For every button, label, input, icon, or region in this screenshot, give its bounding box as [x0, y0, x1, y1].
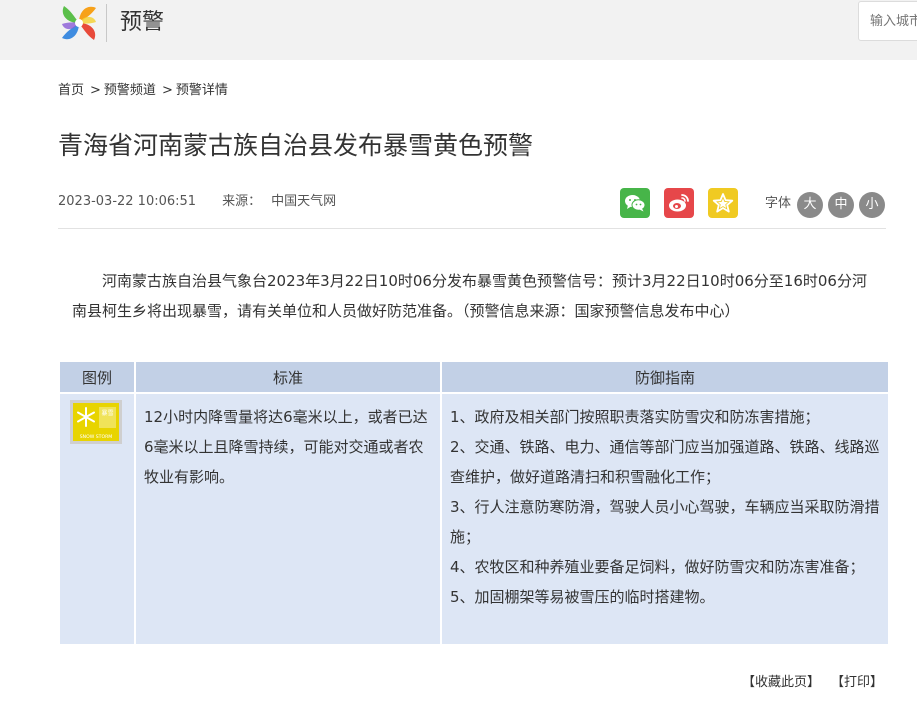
weibo-icon — [669, 194, 689, 212]
article-body: 河南蒙古族自治县气象台2023年3月22日10时06分发布暴雪黄色预警信号：预计… — [72, 272, 867, 320]
publish-datetime: 2023-03-22 10:06:51 — [58, 194, 197, 209]
guide-item: 3、行人注意防寒防滑，驾驶人员小心驾驶，车辆应当采取防滑措施； — [450, 498, 880, 546]
font-size-medium-button[interactable]: 中 — [828, 192, 854, 218]
favorite-star-icon — [712, 193, 734, 213]
sign-text-bottom: SNOW STORM — [80, 434, 113, 440]
collect-page-link[interactable]: 【收藏此页】 — [742, 674, 820, 692]
share-wechat-button[interactable] — [620, 188, 650, 218]
breadcrumb-home-link[interactable]: 首页 — [58, 83, 84, 98]
source-value: 中国天气网 — [271, 194, 337, 209]
defense-guide-cell: 1、政府及相关部门按照职责落实防雪灾和防冻害措施； 2、交通、铁路、电力、通信等… — [440, 392, 890, 646]
top-bar: 预警 — [0, 0, 917, 60]
breadcrumb-separator: > — [161, 83, 173, 98]
article-meta: 2023-03-22 10:06:51 来源： 中国天气网 — [58, 193, 336, 211]
column-header-guide: 防御指南 — [440, 360, 890, 394]
meta-divider — [58, 228, 886, 229]
column-header-standard: 标准 — [134, 360, 442, 394]
page-title: 青海省河南蒙古族自治县发布暴雪黄色预警 — [58, 131, 534, 160]
guide-item: 4、农牧区和种养殖业要备足饲料，做好防雪灾和防冻害准备； — [450, 558, 865, 576]
guide-item: 2、交通、铁路、电力、通信等部门应当加强道路、铁路、线路巡查维护，做好道路清扫和… — [450, 438, 880, 486]
breadcrumb-separator: > — [90, 83, 101, 98]
table-row: 暴雪 SNOW STORM 12小时内降雪量将达6毫米以上，或者已达6毫米以上且… — [58, 392, 890, 646]
share-weibo-button[interactable] — [664, 188, 694, 218]
breadcrumb: 首页 > 预警频道 > 预警详情 — [58, 82, 228, 100]
warning-icon-cell: 暴雪 SNOW STORM — [58, 392, 136, 646]
print-link[interactable]: 【打印】 — [831, 674, 883, 692]
favorite-button[interactable] — [708, 188, 738, 218]
column-header-icon: 图例 — [58, 360, 136, 394]
guide-item: 5、加固棚架等易被雪压的临时搭建物。 — [450, 588, 715, 606]
site-name[interactable]: 预警 — [120, 8, 164, 38]
weather-logo-icon[interactable] — [58, 2, 100, 44]
font-size-small-button[interactable]: 小 — [859, 192, 885, 218]
breadcrumb-detail-link[interactable]: 预警详情 — [176, 83, 228, 98]
warning-guide-table: 图例 标准 防御指南 暴雪 SNOW STORM 12小时内降雪量将达6毫米以上… — [58, 360, 890, 646]
logo-divider — [106, 4, 107, 42]
city-search-input[interactable] — [858, 1, 917, 41]
table-header-row: 图例 标准 防御指南 — [58, 360, 890, 394]
font-size-label: 字体 — [765, 196, 792, 211]
snowstorm-yellow-warning-icon: 暴雪 SNOW STORM — [70, 400, 122, 444]
guide-item: 1、政府及相关部门按照职责落实防雪灾和防冻害措施； — [450, 408, 820, 426]
breadcrumb-channel-link[interactable]: 预警频道 — [104, 83, 156, 98]
warning-standard-cell: 12小时内降雪量将达6毫米以上，或者已达6毫米以上且降雪持续，可能对交通或者农牧… — [134, 392, 442, 646]
source-label: 来源： — [222, 194, 262, 209]
wechat-icon — [625, 195, 646, 212]
font-size-large-button[interactable]: 大 — [797, 192, 823, 218]
sign-text-top: 暴雪 — [101, 410, 113, 417]
